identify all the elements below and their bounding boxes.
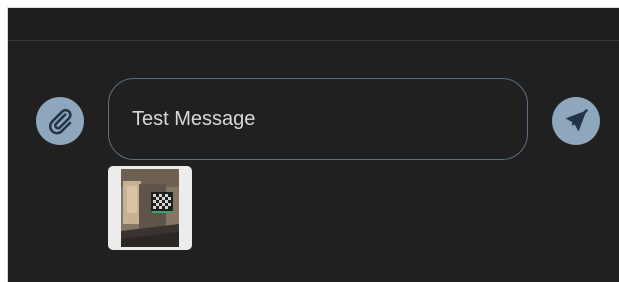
attach-button[interactable] (36, 97, 84, 145)
chat-composer-panel: Test Message (7, 7, 619, 282)
send-icon (565, 109, 588, 132)
send-button[interactable] (552, 97, 600, 145)
room-photo-image (121, 169, 179, 247)
message-input[interactable]: Test Message (108, 78, 528, 160)
message-input-value: Test Message (132, 107, 256, 130)
attachment-thumbnail[interactable] (108, 166, 192, 250)
top-bar (8, 8, 619, 41)
paperclip-icon (48, 108, 72, 135)
